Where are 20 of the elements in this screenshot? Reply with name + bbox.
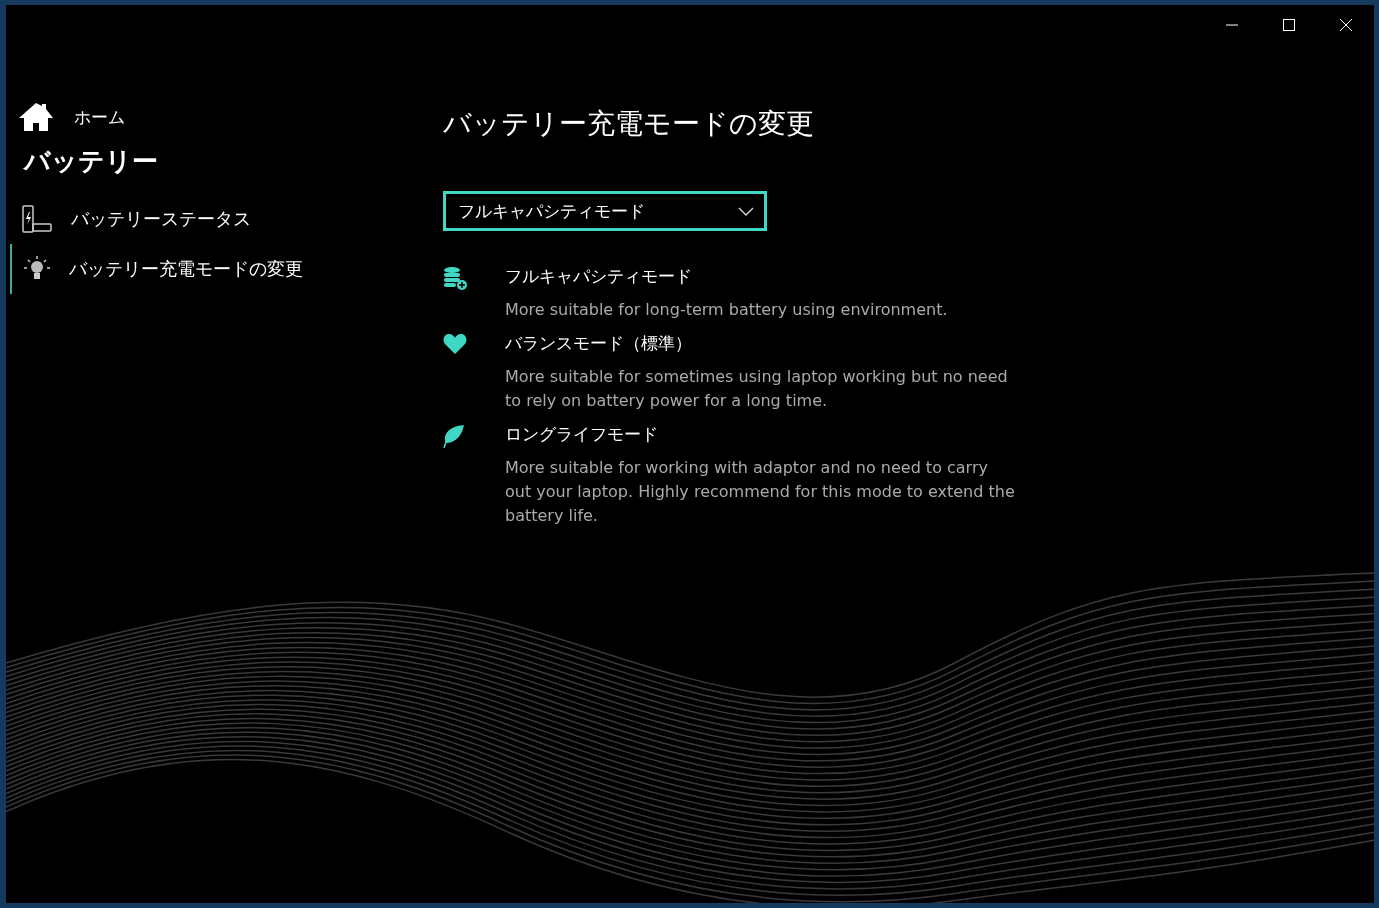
close-icon <box>1339 19 1352 31</box>
page-title: バッテリー充電モードの変更 <box>443 106 815 142</box>
database-add-icon <box>443 267 469 291</box>
mode-description: More suitable for working with adaptor and no need to carry out your laptop. Highly recommend for this mode to extend the battery life. <box>505 457 1015 527</box>
heart-icon <box>443 334 467 354</box>
mode-name: バランスモード（標準） <box>505 332 693 355</box>
maximize-icon <box>1282 19 1295 31</box>
mode-description: More suitable for long-term battery using environment. <box>505 299 949 321</box>
mode-description: More suitable for sometimes using laptop working but no need to rely on battery power for a long time. <box>505 366 1009 412</box>
battery-icon <box>22 204 54 234</box>
mode-name: ロングライフモード <box>505 423 659 446</box>
mode-dropdown[interactable]: フルキャパシティモード <box>443 191 767 231</box>
leaf-icon <box>443 425 465 449</box>
section-title: バッテリー <box>22 145 159 178</box>
home-link[interactable]: ホーム <box>6 102 443 132</box>
chevron-down-icon <box>738 206 754 216</box>
house-icon <box>18 102 54 132</box>
nav-item[interactable]: バッテリー充電モードの変更 <box>10 244 443 294</box>
nav-item[interactable]: バッテリーステータス <box>10 194 443 244</box>
mode-name: フルキャパシティモード <box>505 265 693 288</box>
